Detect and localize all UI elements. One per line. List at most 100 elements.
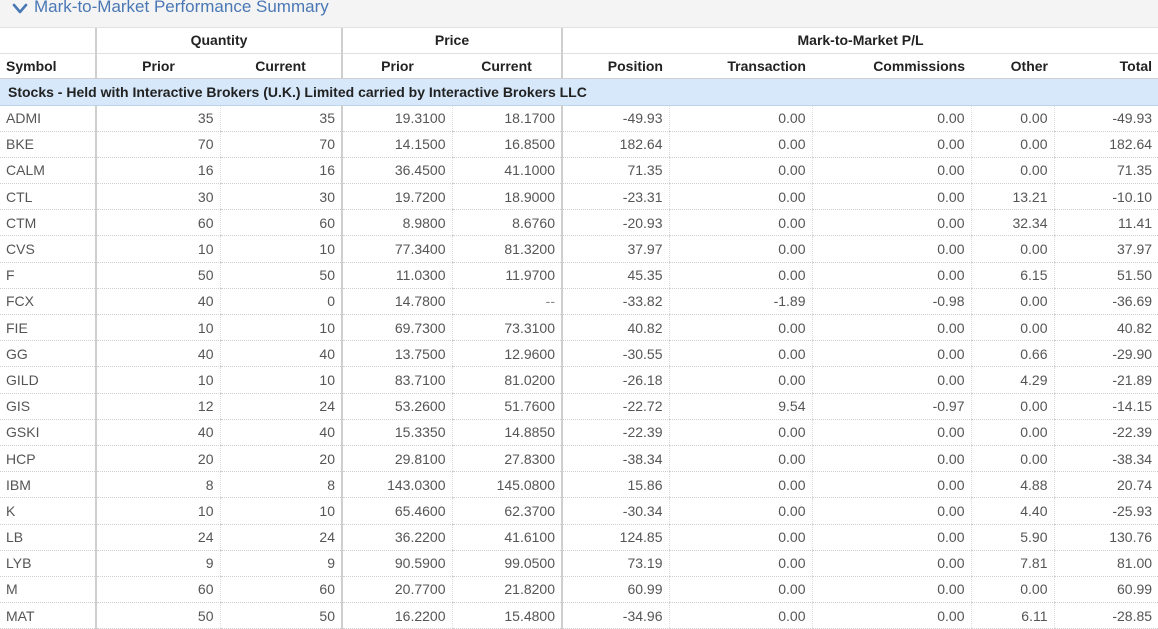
table-row: M 60 60 20.7700 21.8200 60.99 0.00 0.00 0.00 60.9… — [0, 576, 1158, 604]
asset-class-label: Stocks - Held with Interactive Brokers (… — [0, 77, 1158, 106]
cell-symbol[interactable]: GILD — [0, 366, 96, 394]
cell-qty-current: 16 — [219, 157, 342, 185]
cell-qty-current: 40 — [219, 419, 342, 446]
cell-qty-current: 35 — [219, 105, 342, 132]
cell-symbol[interactable]: FIE — [0, 314, 96, 342]
cell-total: -38.34 — [1053, 445, 1158, 473]
table-row: ADMI 35 35 19.3100 18.1700 -49.93 0.00 0.00 0.00… — [0, 105, 1158, 132]
cell-commissions: 0.00 — [811, 235, 971, 263]
cell-symbol[interactable]: FCX — [0, 288, 96, 316]
cell-symbol[interactable]: CVS — [0, 235, 96, 263]
cell-other: 0.00 — [970, 288, 1054, 316]
cell-price-prior: 14.1500 — [341, 131, 452, 158]
cell-symbol[interactable]: CALM — [0, 157, 96, 185]
col-header-price-prior[interactable]: Prior — [341, 53, 452, 79]
cell-position: 40.82 — [561, 314, 669, 342]
cell-commissions: 0.00 — [811, 131, 971, 158]
cell-qty-current: 60 — [219, 576, 342, 604]
col-header-total[interactable]: Total — [1054, 53, 1158, 79]
cell-qty-current: 10 — [219, 314, 342, 342]
cell-price-current: 145.0800 — [451, 471, 562, 499]
cell-other: 7.81 — [970, 550, 1054, 577]
cell-qty-current: 30 — [219, 183, 342, 211]
cell-symbol[interactable]: CTL — [0, 183, 96, 211]
cell-qty-prior: 10 — [95, 235, 220, 263]
cell-price-current: 16.8500 — [451, 131, 562, 158]
group-header-blank — [0, 28, 96, 54]
cell-commissions: 0.00 — [811, 602, 971, 629]
cell-symbol[interactable]: LYB — [0, 550, 96, 577]
cell-symbol[interactable]: ADMI — [0, 105, 96, 132]
cell-transaction: 0.00 — [668, 550, 812, 577]
cell-symbol[interactable]: HCP — [0, 445, 96, 473]
cell-other: 4.40 — [970, 497, 1054, 525]
group-header-row: Quantity Price Mark-to-Market P/L — [0, 28, 1158, 54]
cell-commissions: 0.00 — [811, 366, 971, 394]
col-header-qty-current[interactable]: Current — [220, 53, 342, 79]
col-header-commissions[interactable]: Commissions — [812, 53, 971, 79]
cell-position: -33.82 — [561, 288, 669, 316]
cell-position: 73.19 — [561, 550, 669, 577]
cell-symbol[interactable]: CTM — [0, 209, 96, 237]
col-header-other[interactable]: Other — [971, 53, 1054, 79]
col-header-transaction[interactable]: Transaction — [669, 53, 812, 79]
cell-symbol[interactable]: GSKI — [0, 419, 96, 446]
cell-total: -14.15 — [1053, 393, 1158, 420]
cell-price-prior: 19.7200 — [341, 183, 452, 211]
cell-price-prior: 20.7700 — [341, 576, 452, 604]
cell-symbol[interactable]: K — [0, 497, 96, 525]
col-header-qty-prior[interactable]: Prior — [95, 53, 220, 79]
cell-symbol[interactable]: GIS — [0, 393, 96, 420]
cell-qty-current: 9 — [219, 550, 342, 577]
table-row: MAT 50 50 16.2200 15.4800 -34.96 0.00 0.00 6.11-… — [0, 602, 1158, 629]
cell-other: 0.00 — [970, 105, 1054, 132]
cell-symbol[interactable]: GG — [0, 340, 96, 368]
cell-symbol[interactable]: BKE — [0, 131, 96, 158]
cell-symbol[interactable]: M — [0, 576, 96, 604]
cell-qty-current: 40 — [219, 340, 342, 368]
cell-symbol[interactable]: LB — [0, 524, 96, 551]
cell-price-current: 15.4800 — [451, 602, 562, 629]
cell-price-current: 99.0500 — [451, 550, 562, 577]
cell-symbol[interactable]: IBM — [0, 471, 96, 499]
col-header-symbol[interactable]: Symbol — [0, 53, 96, 79]
cell-total: 20.74 — [1053, 471, 1158, 499]
cell-commissions: 0.00 — [811, 262, 971, 289]
cell-other: 0.00 — [970, 314, 1054, 342]
cell-other: 4.88 — [970, 471, 1054, 499]
col-header-position[interactable]: Position — [561, 53, 669, 79]
cell-transaction: 0.00 — [668, 445, 812, 473]
cell-transaction: 0.00 — [668, 471, 812, 499]
cell-price-prior: 65.4600 — [341, 497, 452, 525]
cell-qty-current: 8 — [219, 471, 342, 499]
table-row: FCX 40 0 14.7800 -- -33.82 -1.89 -0.98 0.00 -36.6… — [0, 288, 1158, 316]
cell-qty-prior: 16 — [95, 157, 220, 185]
cell-qty-prior: 60 — [95, 576, 220, 604]
cell-symbol[interactable]: F — [0, 262, 96, 289]
section-header-mtm-summary[interactable]: Mark-to-Market Performance Summary — [0, 0, 1158, 28]
col-header-price-current[interactable]: Current — [452, 53, 562, 79]
cell-other: 6.15 — [970, 262, 1054, 289]
cell-price-current: 41.6100 — [451, 524, 562, 551]
cell-transaction: 0.00 — [668, 183, 812, 211]
cell-other: 4.29 — [970, 366, 1054, 394]
cell-position: 182.64 — [561, 131, 669, 158]
cell-position: 15.86 — [561, 471, 669, 499]
mtm-performance-table: Quantity Price Mark-to-Market P/L Symbol… — [0, 28, 1158, 629]
cell-qty-current: 10 — [219, 497, 342, 525]
table-row: GG 40 40 13.7500 12.9600 -30.55 0.00 0.00 0.66 -2… — [0, 340, 1158, 368]
group-header-quantity: Quantity — [95, 28, 342, 54]
cell-total: 51.50 — [1053, 262, 1158, 289]
cell-price-current: -- — [451, 288, 562, 316]
table-row: CVS 10 10 77.3400 81.3200 37.97 0.00 0.00 0.00 37… — [0, 235, 1158, 263]
chevron-down-icon — [12, 3, 28, 14]
cell-total: 81.00 — [1053, 550, 1158, 577]
cell-position: -22.72 — [561, 393, 669, 420]
cell-position: -30.34 — [561, 497, 669, 525]
cell-transaction: -1.89 — [668, 288, 812, 316]
cell-symbol[interactable]: MAT — [0, 602, 96, 629]
table-row: FIE 10 10 69.7300 73.3100 40.82 0.00 0.00 0.00 40… — [0, 314, 1158, 342]
cell-qty-prior: 40 — [95, 288, 220, 316]
cell-total: 130.76 — [1053, 524, 1158, 551]
cell-price-prior: 53.2600 — [341, 393, 452, 420]
